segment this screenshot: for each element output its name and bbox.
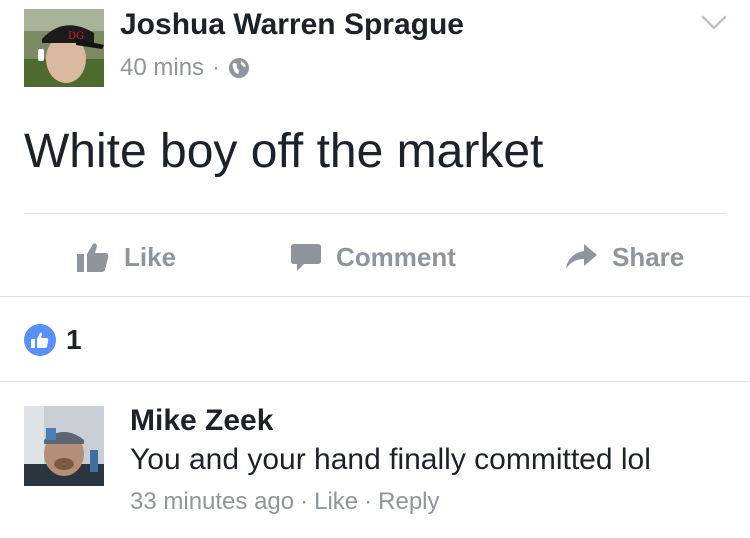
comment-label: Comment [336,241,456,272]
share-arrow-icon [564,242,598,272]
author-avatar[interactable]: DG [24,9,104,87]
comment-timestamp[interactable]: 33 minutes ago [130,488,294,516]
post-timestamp[interactable]: 40 mins [120,54,204,82]
comment-text: You and your hand finally committed lol [130,443,651,476]
like-label: Like [124,241,177,272]
reactions-summary[interactable]: 1 [24,324,82,356]
like-reaction-icon [24,324,56,356]
share-label: Share [612,241,685,272]
divider [24,213,726,214]
post-author-name[interactable]: Joshua Warren Sprague [120,8,464,42]
meta-separator: · [212,54,221,81]
comment-reply-link[interactable]: Reply [378,488,439,516]
thumbs-up-icon [76,241,110,273]
chevron-down-icon[interactable] [700,12,728,34]
meta-separator: · [300,488,309,515]
commenter-avatar[interactable] [24,406,104,486]
svg-text:DG: DG [68,31,84,42]
comment-icon [290,241,322,273]
share-button[interactable]: Share [564,235,684,279]
comment-like-link[interactable]: Like [314,488,358,516]
divider [0,381,750,382]
meta-separator: · [364,488,373,515]
like-button[interactable]: Like [76,235,176,279]
reaction-count: 1 [66,324,82,355]
comment-meta: 33 minutes ago · Like · Reply [130,488,440,516]
post-text: White boy off the market [24,125,544,178]
post-meta: 40 mins · [120,54,250,82]
divider [0,296,750,297]
globe-icon [228,57,250,79]
comment-button[interactable]: Comment [290,235,456,279]
commenter-name[interactable]: Mike Zeek [130,404,273,438]
